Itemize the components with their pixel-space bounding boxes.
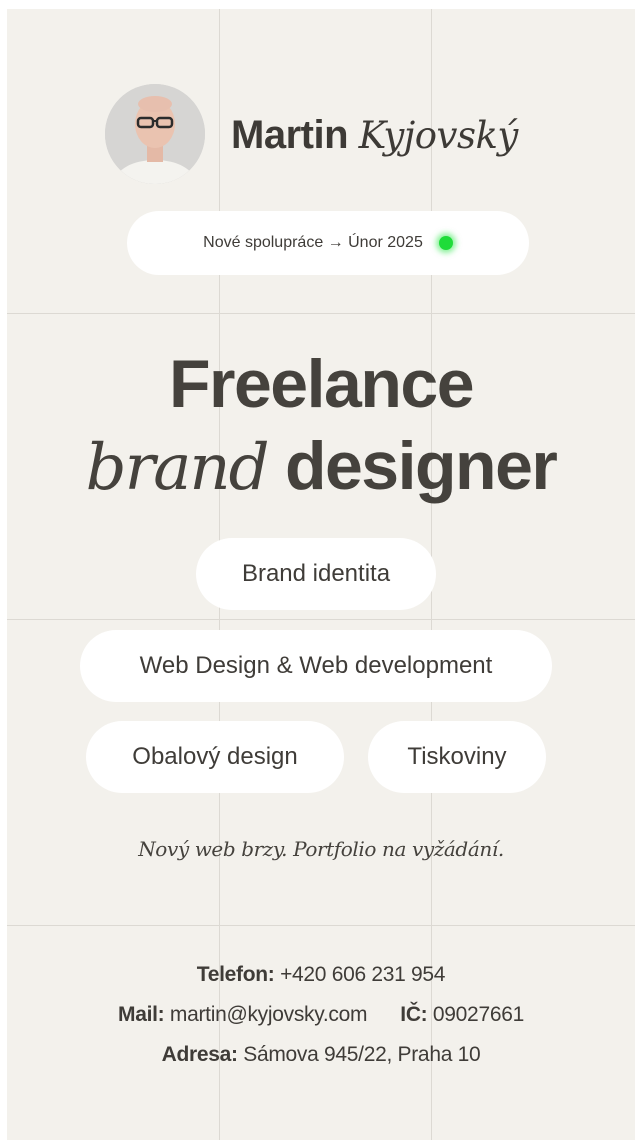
headline-line-1: Freelance xyxy=(168,346,475,422)
headline-italic-word: brand xyxy=(85,431,270,505)
contact-phone: Telefon: +420 606 231 954 xyxy=(7,963,635,987)
service-brand-identity: Brand identita xyxy=(196,538,436,610)
last-name: Kyjovský xyxy=(358,114,519,157)
profile-name: Martin Kyjovský xyxy=(231,112,518,159)
contact-address: Adresa: Sámova 945/22, Praha 10 xyxy=(7,1043,635,1067)
service-print: Tiskoviny xyxy=(368,721,546,793)
contact-mail-ic: Mail: martin@kyjovsky.com IČ: 09027661 xyxy=(7,1003,635,1027)
page: Martin Kyjovský Nové spolupráce → Únor 2… xyxy=(7,9,635,1140)
avatar xyxy=(105,84,205,184)
mail-label: Mail: xyxy=(118,1003,165,1026)
status-dot-icon xyxy=(438,236,453,250)
ic-label: IČ: xyxy=(400,1003,428,1026)
first-name: Martin xyxy=(231,113,349,157)
grid-line-horizontal xyxy=(7,313,635,314)
headline-bold-word: designer xyxy=(284,428,558,504)
ic-value: 09027661 xyxy=(432,1003,524,1026)
grid-line-horizontal xyxy=(7,619,635,620)
grid-line-horizontal xyxy=(7,925,635,926)
profile-photo xyxy=(105,84,205,184)
availability-text: Nové spolupráce → Únor 2025 xyxy=(203,234,423,251)
address-label: Adresa: xyxy=(161,1043,238,1066)
mail-value[interactable]: martin@kyjovsky.com xyxy=(170,1003,368,1026)
availability-pill: Nové spolupráce → Únor 2025 xyxy=(127,211,529,275)
headline-line-2: brand designer xyxy=(7,426,635,508)
address-value: Sámova 945/22, Praha 10 xyxy=(243,1043,481,1066)
service-packaging-design: Obalový design xyxy=(86,721,344,793)
phone-value[interactable]: +420 606 231 954 xyxy=(280,963,445,986)
service-web-design: Web Design & Web development xyxy=(80,630,552,702)
phone-label: Telefon: xyxy=(196,963,275,986)
note-text: Nový web brzy. Portfolio na vyžádání. xyxy=(138,837,504,861)
